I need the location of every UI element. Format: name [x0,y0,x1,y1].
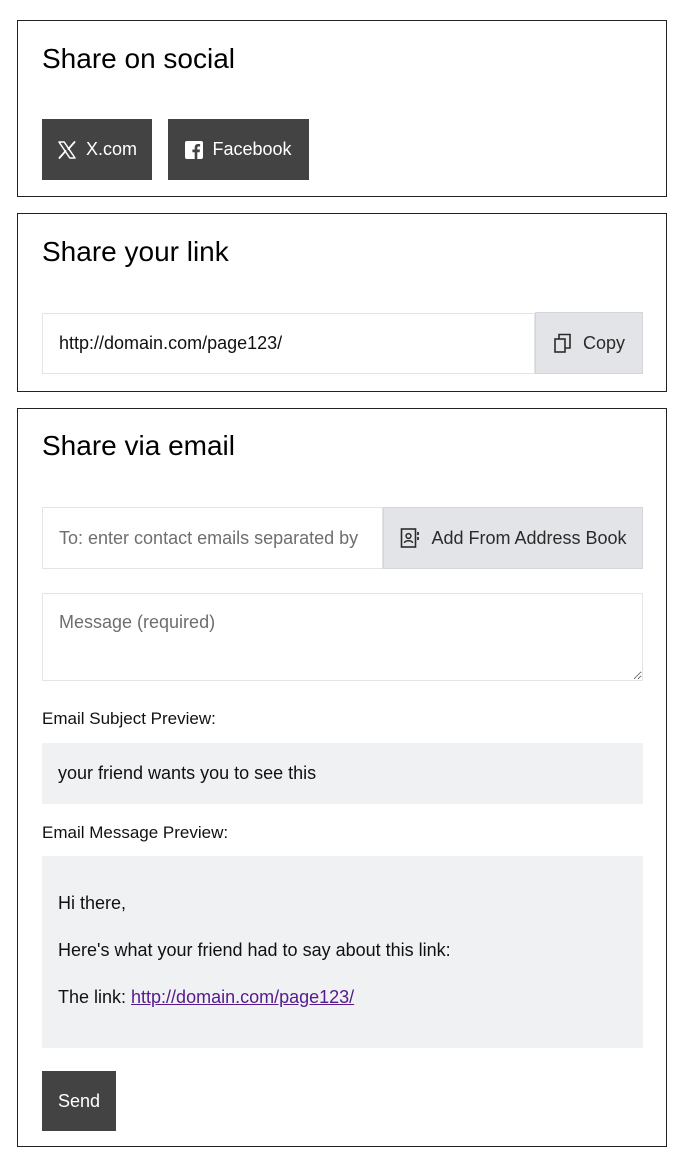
share-facebook-button[interactable]: Facebook [168,119,309,180]
share-facebook-label: Facebook [212,139,292,159]
copy-icon [553,333,573,353]
email-message-textarea[interactable] [42,593,643,681]
message-preview-link-line: The link: http://domain.com/page123/ [58,986,627,1008]
share-x-button[interactable]: X.com [42,119,152,180]
message-preview-link[interactable]: http://domain.com/page123/ [131,987,354,1007]
email-recipients-input[interactable] [42,507,383,569]
x-logo-icon [57,140,77,160]
copy-link-button[interactable]: Copy [535,312,643,374]
copy-label: Copy [582,332,626,353]
share-social-panel: Share on social X.com Facebook [17,20,667,197]
share-link-input[interactable] [42,313,535,374]
facebook-logo-icon [185,140,204,159]
share-email-title: Share via email [42,430,235,461]
message-preview-greeting: Hi there, [58,893,127,913]
share-x-label: X.com [85,139,137,159]
address-book-icon [399,527,421,549]
share-social-title: Share on social [42,43,236,74]
message-preview-label: Email Message Preview: [42,823,229,842]
address-book-label: Add From Address Book [431,527,627,548]
subject-preview: your friend wants you to see this [42,743,643,804]
message-preview-intro: Here's what your friend had to say about… [58,940,451,960]
share-link-panel: Share your link Copy [17,213,667,392]
share-link-title: Share your link [42,236,229,267]
message-preview: Hi there, Here's what your friend had to… [42,856,643,1048]
add-from-address-book-button[interactable]: Add From Address Book [383,507,643,569]
share-email-panel: Share via email Add From Address Book Em… [17,408,667,1147]
subject-preview-text: your friend wants you to see this [58,763,317,783]
message-preview-link-prefix: The link: [58,987,132,1007]
send-button[interactable]: Send [42,1071,116,1131]
subject-preview-label: Email Subject Preview: [42,709,216,728]
